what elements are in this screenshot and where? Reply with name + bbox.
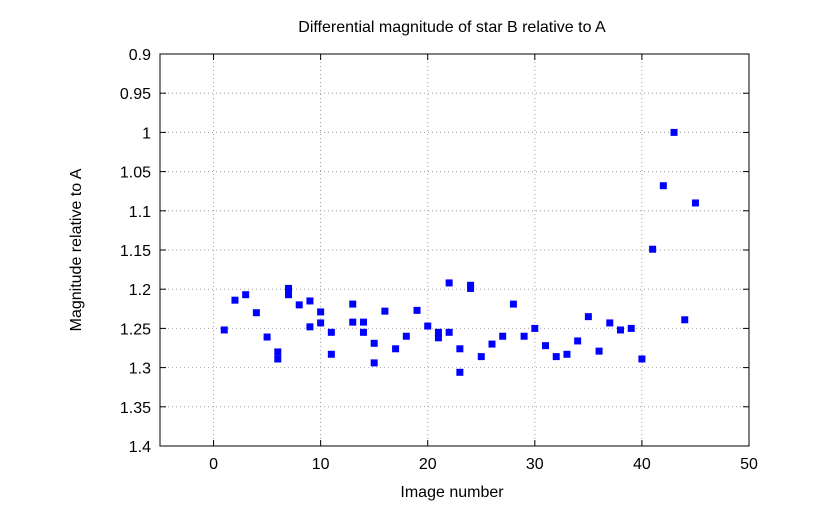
y-axis-label: Magnitude relative to A	[68, 168, 85, 331]
data-point	[252, 309, 260, 317]
data-point	[381, 307, 389, 315]
data-point	[392, 345, 400, 353]
data-point	[606, 319, 614, 327]
data-points	[220, 128, 699, 376]
grid	[160, 54, 749, 446]
data-point	[285, 291, 293, 299]
data-point	[595, 347, 603, 355]
data-point	[413, 306, 421, 314]
y-tick-label: 1.4	[129, 439, 151, 456]
y-tick-label: 1.3	[129, 361, 151, 378]
data-point	[488, 340, 496, 348]
x-axis-label: Image number	[400, 484, 504, 501]
data-point	[317, 319, 325, 327]
x-tick-label: 20	[419, 456, 437, 473]
data-point	[424, 322, 432, 330]
x-tick-label: 40	[633, 456, 651, 473]
y-tick-label: 1.2	[129, 282, 151, 299]
data-point	[349, 300, 357, 308]
data-point	[359, 328, 367, 336]
data-point	[574, 337, 582, 345]
data-point	[402, 332, 410, 340]
y-tick-label: 1.25	[120, 321, 151, 338]
data-point	[306, 323, 314, 331]
data-point	[306, 297, 314, 305]
data-point	[274, 355, 282, 363]
data-point	[520, 332, 528, 340]
data-point	[445, 328, 453, 336]
y-tick-label: 1.05	[120, 165, 151, 182]
data-point	[509, 300, 517, 308]
data-point	[370, 339, 378, 347]
data-point	[542, 342, 550, 350]
data-point	[638, 355, 646, 363]
x-tick-label: 30	[526, 456, 544, 473]
data-point	[349, 318, 357, 326]
data-point	[327, 350, 335, 358]
data-point	[616, 326, 624, 334]
data-point	[531, 324, 539, 332]
data-point	[456, 345, 464, 353]
ticks: 0 10 20 30 40 50 0.9 0.95 1 1.05 1.1 1.15 1.2 1.25 1.3…	[120, 47, 758, 473]
data-point	[370, 359, 378, 367]
data-point	[327, 328, 335, 336]
x-tick-label: 0	[209, 456, 218, 473]
data-point	[691, 199, 699, 207]
x-tick-label: 10	[312, 456, 330, 473]
data-point	[263, 333, 271, 341]
y-tick-label: 0.95	[120, 86, 151, 103]
data-point	[477, 353, 485, 361]
data-point	[563, 350, 571, 358]
data-point	[456, 368, 464, 376]
data-point	[445, 279, 453, 287]
y-tick-label: 1.1	[129, 204, 151, 221]
data-point	[670, 128, 678, 136]
data-point	[220, 326, 228, 334]
y-tick-label: 1.35	[120, 400, 151, 417]
data-point	[584, 313, 592, 321]
data-point	[285, 284, 293, 292]
data-point	[295, 301, 303, 309]
data-point	[467, 284, 475, 292]
data-point	[359, 318, 367, 326]
data-point	[627, 324, 635, 332]
chart-title: Differential magnitude of star B relativ…	[298, 19, 606, 36]
data-point	[649, 245, 657, 253]
data-point	[317, 308, 325, 316]
data-point	[231, 296, 239, 304]
data-point	[499, 332, 507, 340]
data-point	[659, 182, 667, 190]
y-tick-label: 0.9	[129, 47, 151, 64]
data-point	[552, 353, 560, 361]
scatter-chart: 0 10 20 30 40 50 0.9 0.95 1 1.05 1.1 1.15 1.2 1.25 1.3…	[68, 19, 758, 501]
y-tick-label: 1.15	[120, 243, 151, 260]
data-point	[681, 316, 689, 324]
data-point	[274, 348, 282, 356]
data-point	[242, 291, 250, 299]
x-tick-label: 50	[740, 456, 758, 473]
data-point	[434, 334, 442, 342]
y-tick-label: 1	[142, 125, 151, 142]
